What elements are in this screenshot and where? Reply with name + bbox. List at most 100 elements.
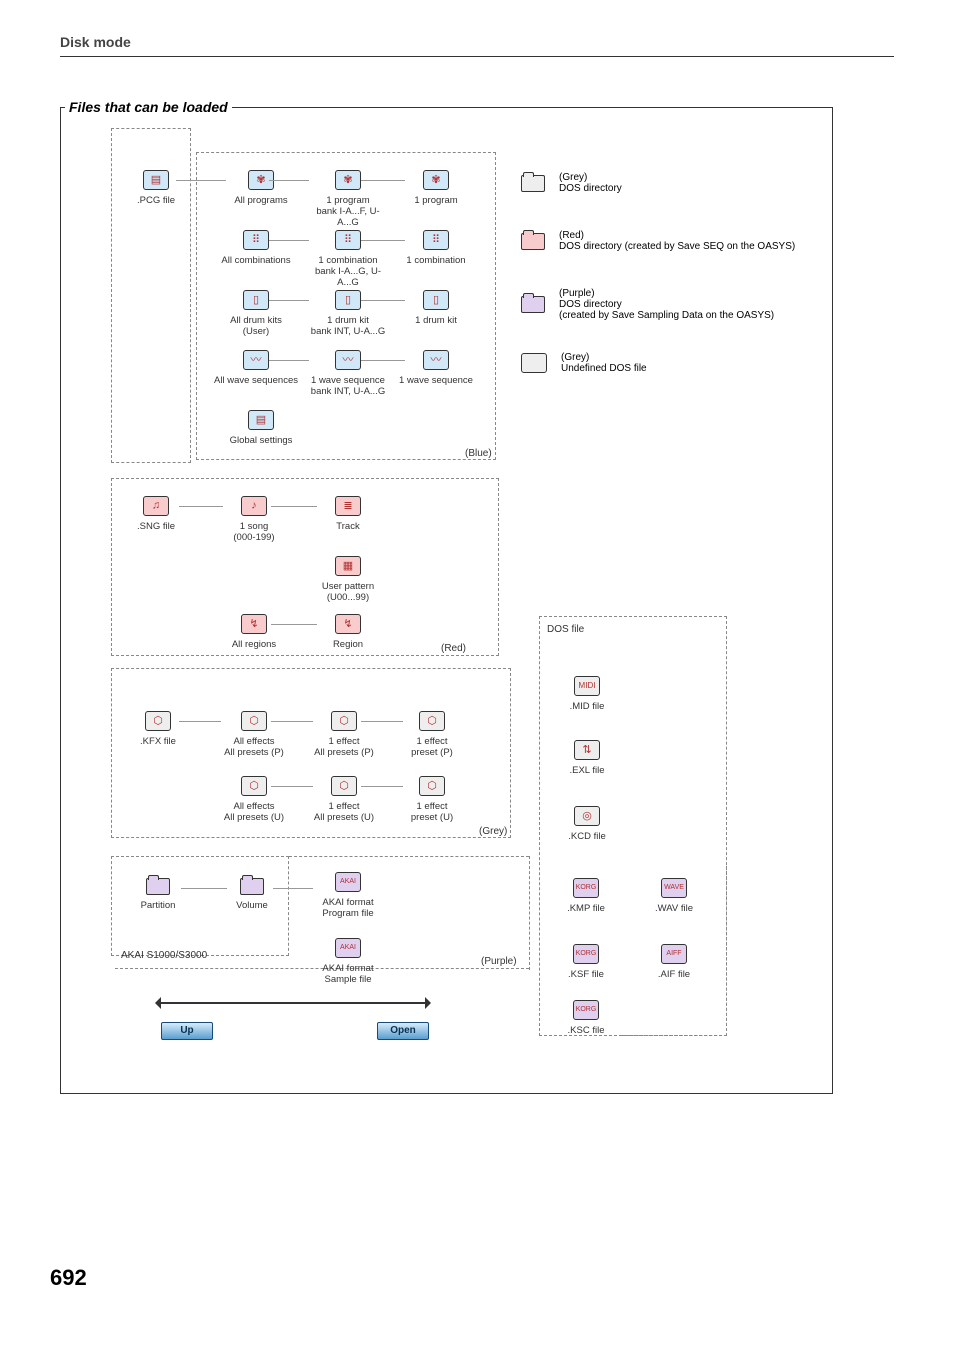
pcg-prog-bank: ✾ 1 program bank I-A...F, U-A...G (306, 170, 390, 229)
sng-color: (Red) (441, 643, 466, 654)
pcg-drumkit-bank: ▯ 1 drum kit bank INT, U-A...G (306, 290, 390, 338)
file-icon: ▦ (335, 556, 361, 576)
dos-exl: ⇅ .EXL file (563, 740, 611, 777)
akai-volume: Volume (227, 878, 277, 912)
sng-region: ↯ Region (318, 614, 378, 651)
diagram-container: Files that can be loaded (Grey)DOS direc… (60, 107, 833, 1094)
up-button[interactable]: Up (161, 1022, 213, 1040)
pcg-1-drumkit: ▯ 1 drum kit (406, 290, 466, 327)
kfx-1fx-p: ⬡ 1 effect All presets (P) (309, 711, 379, 759)
file-icon: ⬡ (331, 776, 357, 796)
file-icon (521, 353, 547, 373)
akai-sample-file: AKAI AKAI format Sample file (311, 938, 385, 986)
file-icon: AKAI (335, 938, 361, 958)
legend-grey-file: (Grey)Undefined DOS file (521, 352, 647, 374)
folder-icon (521, 296, 545, 313)
akai-vert (529, 856, 530, 970)
pcg-all-waveseq: 〰 All wave sequences (209, 350, 303, 387)
folder-icon (240, 878, 264, 895)
dos-kmp: KORG .KMP file (561, 878, 611, 915)
kfx-preset-u: ⬡ 1 effect preset (U) (401, 776, 463, 824)
pcg-combi-bank: ⠿ 1 combination bank I-A...G, U-A...G (306, 230, 390, 289)
open-button[interactable]: Open (377, 1022, 429, 1040)
page-header: Disk mode (60, 34, 894, 57)
page-number: 692 (50, 1265, 87, 1291)
file-icon: ▯ (335, 290, 361, 310)
dos-wav: WAVE .WAV file (649, 878, 699, 915)
sng-track: ≣ Track (318, 496, 378, 533)
pcg-color: (Blue) (465, 448, 492, 459)
kfx-allfx-p: ⬡ All effects All presets (P) (219, 711, 289, 759)
file-icon: ⬡ (331, 711, 357, 731)
file-icon: ▤ (143, 170, 169, 190)
kfx-root: ⬡ .KFX file (135, 711, 181, 748)
legend-grey-dir: (Grey)DOS directory (521, 172, 622, 194)
pcg-global: ▤ Global settings (221, 410, 301, 447)
folder-icon (521, 175, 545, 192)
akai-top (289, 856, 529, 857)
dos-ksf: KORG .KSF file (563, 944, 609, 981)
pcg-1-program: ✾ 1 program (406, 170, 466, 207)
file-icon: ▯ (423, 290, 449, 310)
file-icon: AIFF (661, 944, 687, 964)
file-icon: WAVE (661, 878, 687, 898)
file-icon: ⠿ (335, 230, 361, 250)
file-icon: ◎ (574, 806, 600, 826)
kfx-allfx-u: ⬡ All effects All presets (U) (219, 776, 289, 824)
dos-ksc: KORG .KSC file (563, 1000, 609, 1037)
folder-icon (521, 233, 545, 250)
file-icon: 〰 (243, 350, 269, 370)
file-icon: ⠿ (423, 230, 449, 250)
file-icon: KORG (573, 944, 599, 964)
kfx-color: (Grey) (479, 826, 507, 837)
dos-title: DOS file (547, 624, 584, 635)
file-icon: ▯ (243, 290, 269, 310)
file-icon: MIDI (574, 676, 600, 696)
file-icon: ≣ (335, 496, 361, 516)
pcg-all-programs: ✾ All programs (226, 170, 296, 207)
akai-partition: Partition (133, 878, 183, 912)
file-icon: ⬡ (419, 711, 445, 731)
sng-all-regions: ↯ All regions (224, 614, 284, 651)
file-icon: 〰 (423, 350, 449, 370)
sng-1song: ♪ 1 song (000-199) (224, 496, 284, 544)
file-icon: ⠿ (243, 230, 269, 250)
legend-purple-dir: (Purple)DOS directory (created by Save S… (521, 288, 774, 321)
pcg-all-combis: ⠿ All combinations (216, 230, 296, 267)
kfx-1fx-u: ⬡ 1 effect All presets (U) (309, 776, 379, 824)
file-icon: ⬡ (419, 776, 445, 796)
file-icon: ⬡ (241, 711, 267, 731)
file-icon: ♫ (143, 496, 169, 516)
akai-program-file: AKAI AKAI format Program file (311, 872, 385, 920)
folder-icon (146, 878, 170, 895)
file-icon: KORG (573, 1000, 599, 1020)
file-icon: ✾ (423, 170, 449, 190)
dos-kcd: ◎ .KCD file (563, 806, 611, 843)
dos-aif: AIFF .AIF file (651, 944, 697, 981)
kfx-preset-p: ⬡ 1 effect preset (P) (401, 711, 463, 759)
akai-color: (Purple) (481, 956, 517, 967)
file-icon: ⬡ (241, 776, 267, 796)
diagram-title: Files that can be loaded (65, 99, 232, 115)
pcg-root: ▤ .PCG file (136, 170, 176, 207)
file-icon: ↯ (335, 614, 361, 634)
legend-red-dir: (Red)DOS directory (created by Save SEQ … (521, 230, 795, 252)
file-icon: AKAI (335, 872, 361, 892)
file-icon: ▤ (248, 410, 274, 430)
file-icon: ⬡ (145, 711, 171, 731)
file-icon: ♪ (241, 496, 267, 516)
sng-user-pattern: ▦ User pattern (U00...99) (314, 556, 382, 604)
dos-mid: MIDI .MID file (563, 676, 611, 713)
file-icon: 〰 (335, 350, 361, 370)
pcg-1-waveseq: 〰 1 wave sequence (396, 350, 476, 387)
file-icon: ⇅ (574, 740, 600, 760)
arrow-right (157, 1002, 429, 1004)
file-icon: ↯ (241, 614, 267, 634)
sng-root: ♫ .SNG file (133, 496, 179, 533)
pcg-all-drumkits: ▯ All drum kits (User) (221, 290, 291, 338)
pcg-1-combi: ⠿ 1 combination (401, 230, 471, 267)
akai-section: AKAI S1000/S3000 (121, 950, 207, 961)
file-icon: KORG (573, 878, 599, 898)
file-icon: ✾ (335, 170, 361, 190)
pcg-waveseq-bank: 〰 1 wave sequence bank INT, U-A...G (306, 350, 390, 398)
